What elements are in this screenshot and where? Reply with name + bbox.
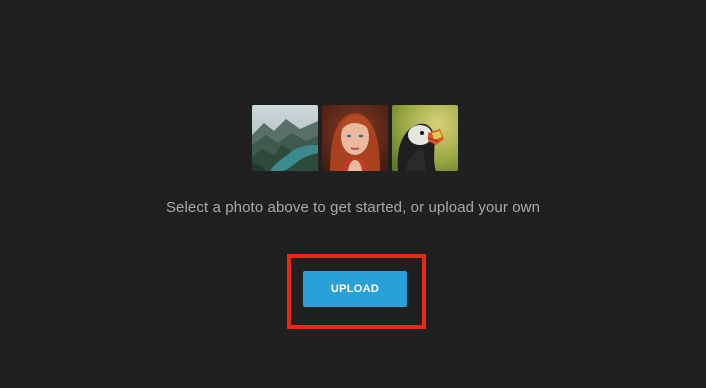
- portrait-woman-photo-icon: [322, 105, 388, 171]
- puffin-bird-photo-icon: [392, 105, 458, 171]
- sample-photo-list: [252, 105, 458, 171]
- sample-photo-portrait[interactable]: [322, 105, 388, 171]
- instruction-text: Select a photo above to get started, or …: [165, 199, 541, 216]
- upload-button[interactable]: UPLOAD: [303, 271, 407, 307]
- sample-photo-puffin[interactable]: [392, 105, 458, 171]
- landscape-lake-photo-icon: [252, 105, 318, 171]
- sample-photo-landscape[interactable]: [252, 105, 318, 171]
